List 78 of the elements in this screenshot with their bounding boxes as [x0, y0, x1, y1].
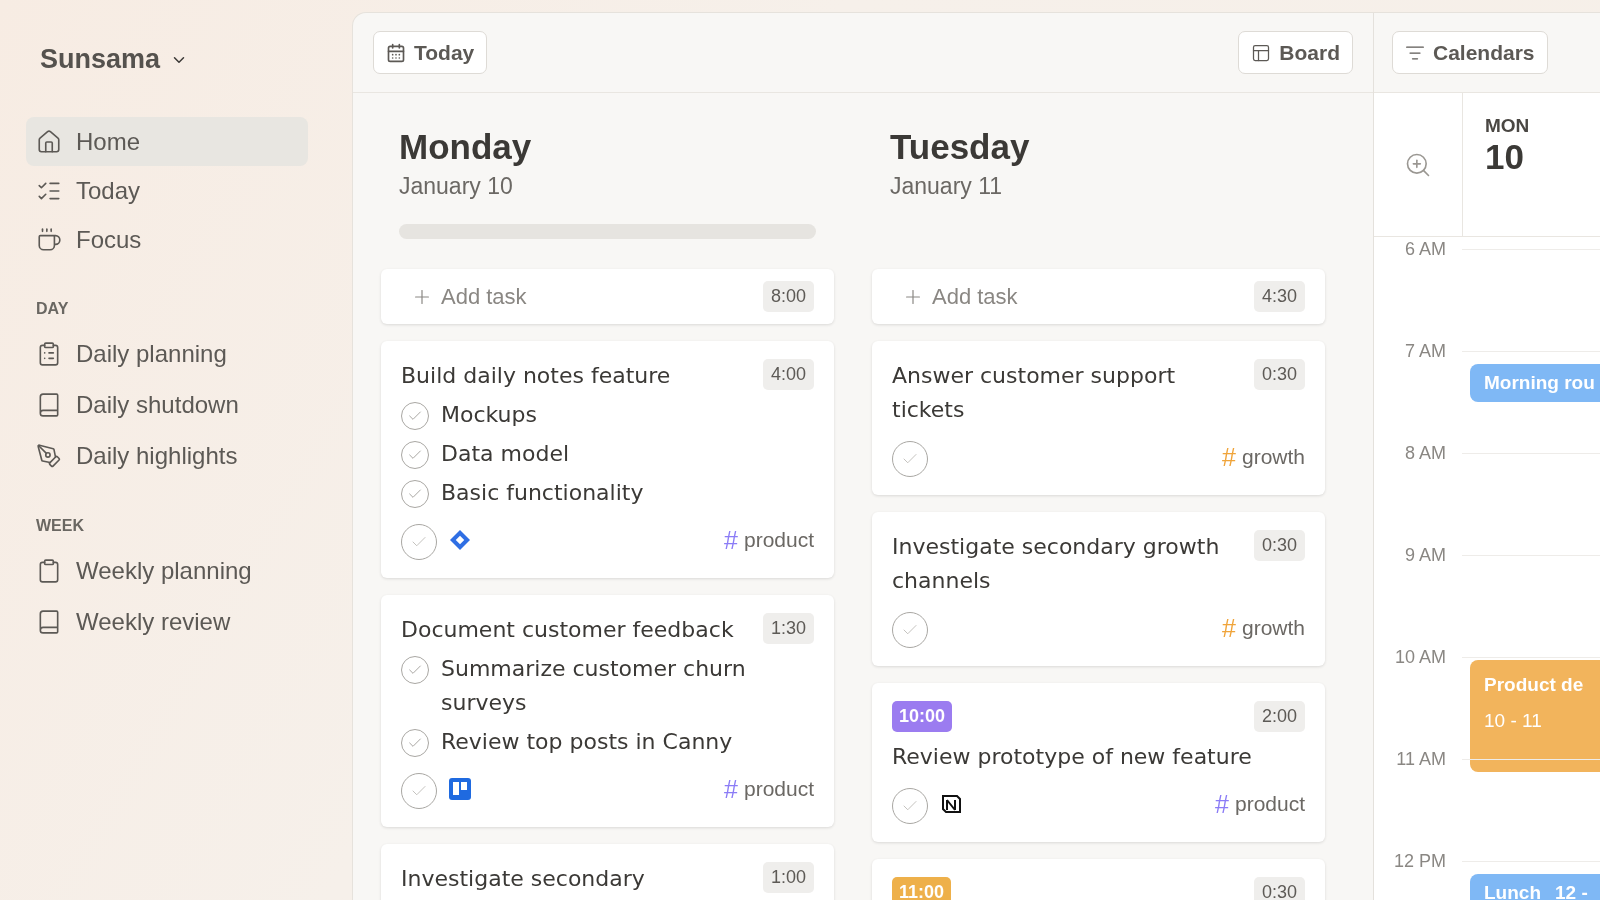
duration-badge: 2:00 — [1253, 701, 1305, 732]
calendars-button[interactable]: Calendars — [1392, 31, 1548, 74]
hour-label: 6 AM — [1403, 239, 1447, 259]
hash-mark: # — [724, 525, 738, 555]
task-card[interactable]: Investigate secondary growth channels 0:30 # growth — [872, 512, 1325, 666]
add-task-button[interactable]: Add task 4:30 — [872, 269, 1325, 324]
planned-time-badge: 4:30 — [1253, 281, 1305, 312]
task-card[interactable]: 11:00 0:30 — [872, 859, 1325, 900]
section-title: WEEK — [35, 517, 85, 535]
hash-mark: # — [724, 774, 738, 804]
planned-time-badge: 8:00 — [762, 281, 814, 312]
channel-name[interactable]: growth — [1241, 616, 1305, 640]
subtask-title: Basic functionality — [441, 479, 644, 507]
day-date: January 11 — [890, 173, 1004, 200]
channel-name[interactable]: growth — [1241, 445, 1305, 469]
subtask-title: Data model — [441, 440, 570, 468]
today-button[interactable]: Today — [373, 31, 488, 74]
add-task-label: Add task — [441, 283, 527, 310]
duration-badge: 0:30 — [1253, 359, 1305, 390]
layout-icon — [1251, 42, 1272, 63]
diamond-icon — [449, 529, 471, 551]
nav-item[interactable]: Daily planning — [26, 328, 308, 379]
subtask-title: Summarize customer churn surveys — [441, 655, 747, 717]
hash-mark: # — [1222, 613, 1236, 643]
channel-name[interactable]: product — [1234, 792, 1305, 816]
calendar-weekday: MON — [1485, 115, 1530, 137]
nav-item[interactable]: Home — [26, 117, 308, 166]
cube-icon — [940, 793, 962, 815]
hour-label: 12 PM — [1392, 851, 1447, 871]
workspace-name[interactable]: Sunsama — [40, 44, 161, 75]
task-title: Investigate secondary — [401, 865, 645, 893]
nav-item[interactable]: Weekly planning — [26, 545, 308, 596]
channel-name[interactable]: product — [743, 528, 814, 552]
hour-label: 11 AM — [1395, 749, 1447, 769]
task-card[interactable]: Answer customer support tickets 0:30 # growth — [872, 341, 1325, 495]
start-time-badge: 11:00 — [892, 877, 952, 900]
duration-badge: 4:00 — [762, 359, 814, 390]
hash-mark: # — [1222, 442, 1236, 472]
calendar-date: 10 — [1485, 137, 1525, 177]
task-title: Review prototype of new feature — [892, 743, 1252, 771]
house-icon — [36, 128, 62, 155]
duration-badge: 1:00 — [762, 862, 814, 893]
subtask-title: Mockups — [441, 401, 537, 429]
duration-badge: 0:30 — [1253, 530, 1305, 561]
task-title: Document customer feedback — [401, 616, 734, 644]
hash-mark: # — [1215, 789, 1229, 819]
task-card[interactable]: Document customer feedback 1:30 Summarize customer churn surveys Review top posts in Canny # product — [381, 595, 834, 827]
task-card[interactable]: Build daily notes feature 4:00 Mockups Data model Basic functionality # product — [381, 341, 834, 578]
duration-badge: 0:30 — [1253, 877, 1305, 900]
day-date: January 10 — [399, 173, 514, 200]
add-task-label: Add task — [932, 283, 1018, 310]
nav-item[interactable]: Focus — [26, 215, 308, 264]
hour-label: 9 AM — [1403, 545, 1447, 565]
task-title: Investigate secondary growth channels — [892, 533, 1221, 595]
add-task-button[interactable]: Add task 8:00 — [381, 269, 834, 324]
nav-item[interactable]: Daily shutdown — [26, 379, 308, 430]
day-heading: Tuesday — [890, 127, 1031, 167]
calendar-icon — [386, 42, 406, 63]
pen-icon — [36, 442, 62, 469]
nav-item[interactable]: Daily highlights — [26, 430, 308, 481]
task-card[interactable]: 10:00 2:00 Review prototype of new feature # product — [872, 683, 1325, 842]
nav-item[interactable]: Weekly review — [26, 596, 308, 647]
hour-label: 10 AM — [1393, 647, 1447, 667]
nav-item[interactable]: Today — [26, 166, 308, 215]
task-title: Answer customer support tickets — [892, 362, 1177, 424]
board-view-button[interactable]: Board — [1238, 31, 1353, 74]
hour-label: 8 AM — [1403, 443, 1447, 463]
task-card[interactable]: Investigate secondary 1:00 — [381, 844, 834, 900]
start-time-badge: 10:00 — [892, 701, 953, 732]
day-heading: Monday — [399, 127, 533, 167]
subtask-title: Review top posts in Canny — [441, 728, 733, 756]
channel-name[interactable]: product — [743, 777, 814, 801]
duration-badge: 1:30 — [762, 613, 814, 644]
hour-label: 7 AM — [1403, 341, 1447, 361]
section-title: DAY — [35, 300, 70, 318]
board-icon — [449, 778, 471, 800]
task-title: Build daily notes feature — [401, 362, 671, 390]
cup-icon — [36, 226, 62, 253]
